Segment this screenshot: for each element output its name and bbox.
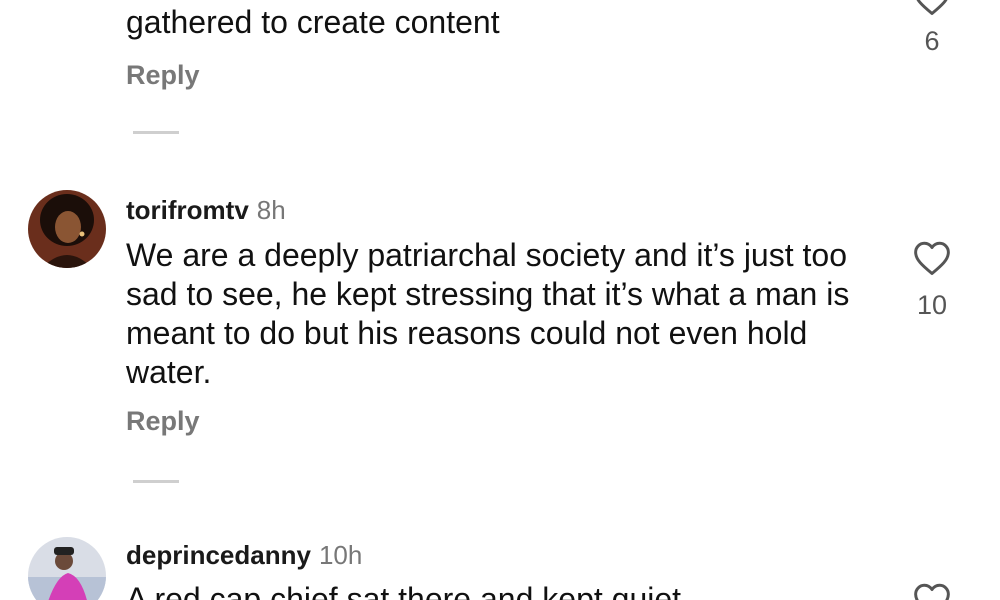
like-count: 10 bbox=[916, 290, 948, 320]
like-count: 6 bbox=[924, 26, 940, 56]
comment-text: A red cap chief sat there and kept quiet bbox=[126, 581, 682, 600]
heart-icon[interactable] bbox=[912, 0, 952, 16]
like-area: 6 bbox=[900, 0, 964, 57]
comments-feed: gathered to create content Reply 6 torif… bbox=[0, 0, 1000, 600]
username-text[interactable]: deprincedanny bbox=[126, 540, 311, 570]
view-replies-line[interactable] bbox=[133, 131, 179, 134]
heart-icon[interactable] bbox=[912, 240, 952, 276]
heart-icon[interactable] bbox=[912, 582, 952, 600]
comment-timestamp: 8h bbox=[256, 195, 286, 225]
like-area: 10 bbox=[900, 240, 964, 321]
like-area bbox=[900, 582, 964, 600]
reply-button[interactable]: Reply bbox=[126, 406, 200, 437]
avatar[interactable] bbox=[28, 537, 106, 600]
reply-button[interactable]: Reply bbox=[126, 60, 200, 91]
comment-text: gathered to create content bbox=[126, 4, 500, 40]
comment-username[interactable]: torifromtv 8h bbox=[126, 195, 286, 226]
view-replies-line[interactable] bbox=[133, 480, 179, 483]
avatar[interactable] bbox=[28, 190, 106, 268]
avatar-image bbox=[28, 537, 106, 600]
comment-timestamp: 10h bbox=[318, 540, 363, 570]
avatar-image bbox=[28, 190, 106, 268]
comment-text: We are a deeply patriarchal society and … bbox=[126, 237, 850, 390]
comment-username[interactable]: deprincedanny 10h bbox=[126, 540, 362, 571]
username-text[interactable]: torifromtv bbox=[126, 195, 249, 225]
